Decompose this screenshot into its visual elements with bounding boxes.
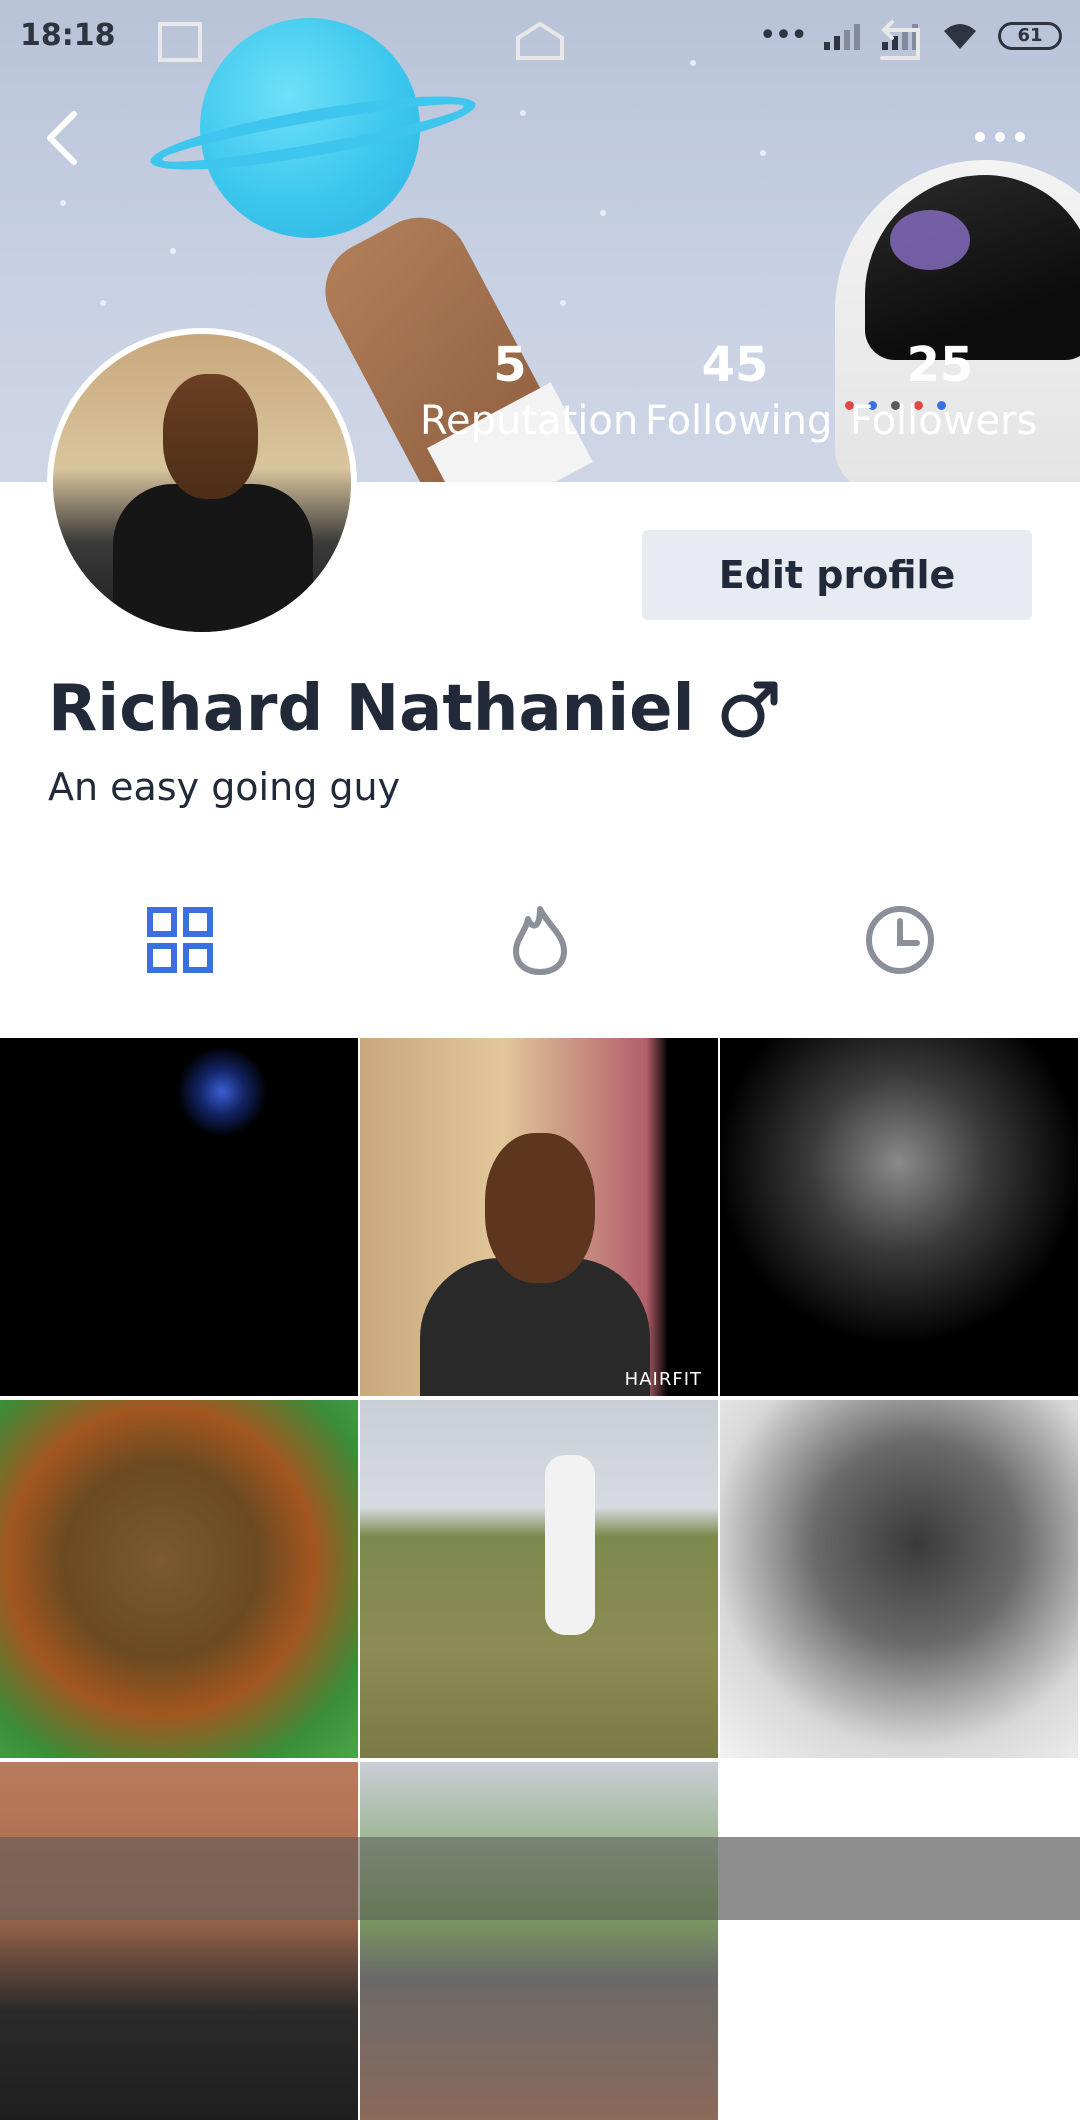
avatar[interactable] — [47, 328, 357, 638]
tab-hot[interactable] — [360, 880, 720, 1000]
grid-photo[interactable] — [720, 1400, 1078, 1758]
tab-recent[interactable] — [720, 880, 1080, 1000]
clock-icon — [866, 906, 934, 974]
grid-photo[interactable] — [0, 1762, 358, 2120]
star-decoration — [600, 210, 606, 216]
back-icon[interactable] — [870, 18, 930, 66]
more-dots-icon: ••• — [758, 18, 808, 53]
grid-photo[interactable] — [0, 1038, 358, 1396]
grid-photo[interactable]: HAIRFIT — [360, 1038, 718, 1396]
stat-label: Reputation — [420, 398, 639, 444]
stat-value: 25 — [906, 337, 974, 393]
flame-icon — [513, 906, 567, 975]
star-decoration — [560, 300, 566, 306]
photo-watermark: HAIRFIT — [624, 1369, 702, 1390]
profile-name-row: Richard Nathaniel — [48, 672, 781, 746]
photo-content — [545, 1455, 595, 1635]
tab-grid[interactable] — [0, 880, 360, 1000]
wifi-icon — [944, 23, 976, 49]
profile-stats: 5 Reputation 45 Following 25 Followers — [400, 335, 1080, 455]
avatar-photo-face — [163, 374, 258, 499]
status-time: 18:18 — [20, 18, 116, 53]
signal-icon — [824, 22, 864, 50]
stat-value: 45 — [701, 337, 769, 393]
stat-following[interactable]: 45 Following — [645, 335, 833, 447]
system-nav-bar-right — [718, 1837, 1080, 1920]
star-decoration — [60, 200, 66, 206]
profile-name: Richard Nathaniel — [48, 672, 695, 746]
photo-content — [485, 1133, 595, 1283]
grid-photo[interactable] — [720, 1038, 1078, 1396]
home-icon[interactable] — [510, 18, 570, 66]
grid-photo[interactable] — [360, 1400, 718, 1758]
recent-apps-icon[interactable] — [150, 18, 210, 66]
male-symbol-icon — [721, 681, 777, 738]
visor-reflection — [890, 210, 970, 270]
star-decoration — [760, 150, 766, 156]
profile-tabs — [0, 880, 1080, 1000]
star-decoration — [170, 248, 176, 254]
profile-bio: An easy going guy — [48, 765, 401, 809]
grid-photo[interactable] — [0, 1400, 358, 1758]
battery-level: 61 — [1017, 25, 1043, 46]
star-decoration — [100, 300, 106, 306]
chevron-left-icon[interactable] — [38, 108, 88, 168]
grid-photo[interactable] — [360, 1762, 718, 2120]
stat-followers[interactable]: 25 Followers — [850, 335, 1038, 447]
battery-icon: 61 — [998, 21, 1062, 50]
more-horizontal-icon[interactable] — [975, 122, 1035, 152]
avatar-photo-shirt — [113, 484, 313, 632]
edit-profile-button[interactable]: Edit profile — [642, 530, 1032, 620]
stat-label: Following — [645, 398, 833, 444]
stat-label: Followers — [850, 398, 1038, 444]
grid-icon — [147, 907, 213, 973]
star-decoration — [520, 110, 526, 116]
stat-reputation[interactable]: 5 Reputation — [420, 335, 639, 447]
stat-value: 5 — [493, 337, 527, 393]
